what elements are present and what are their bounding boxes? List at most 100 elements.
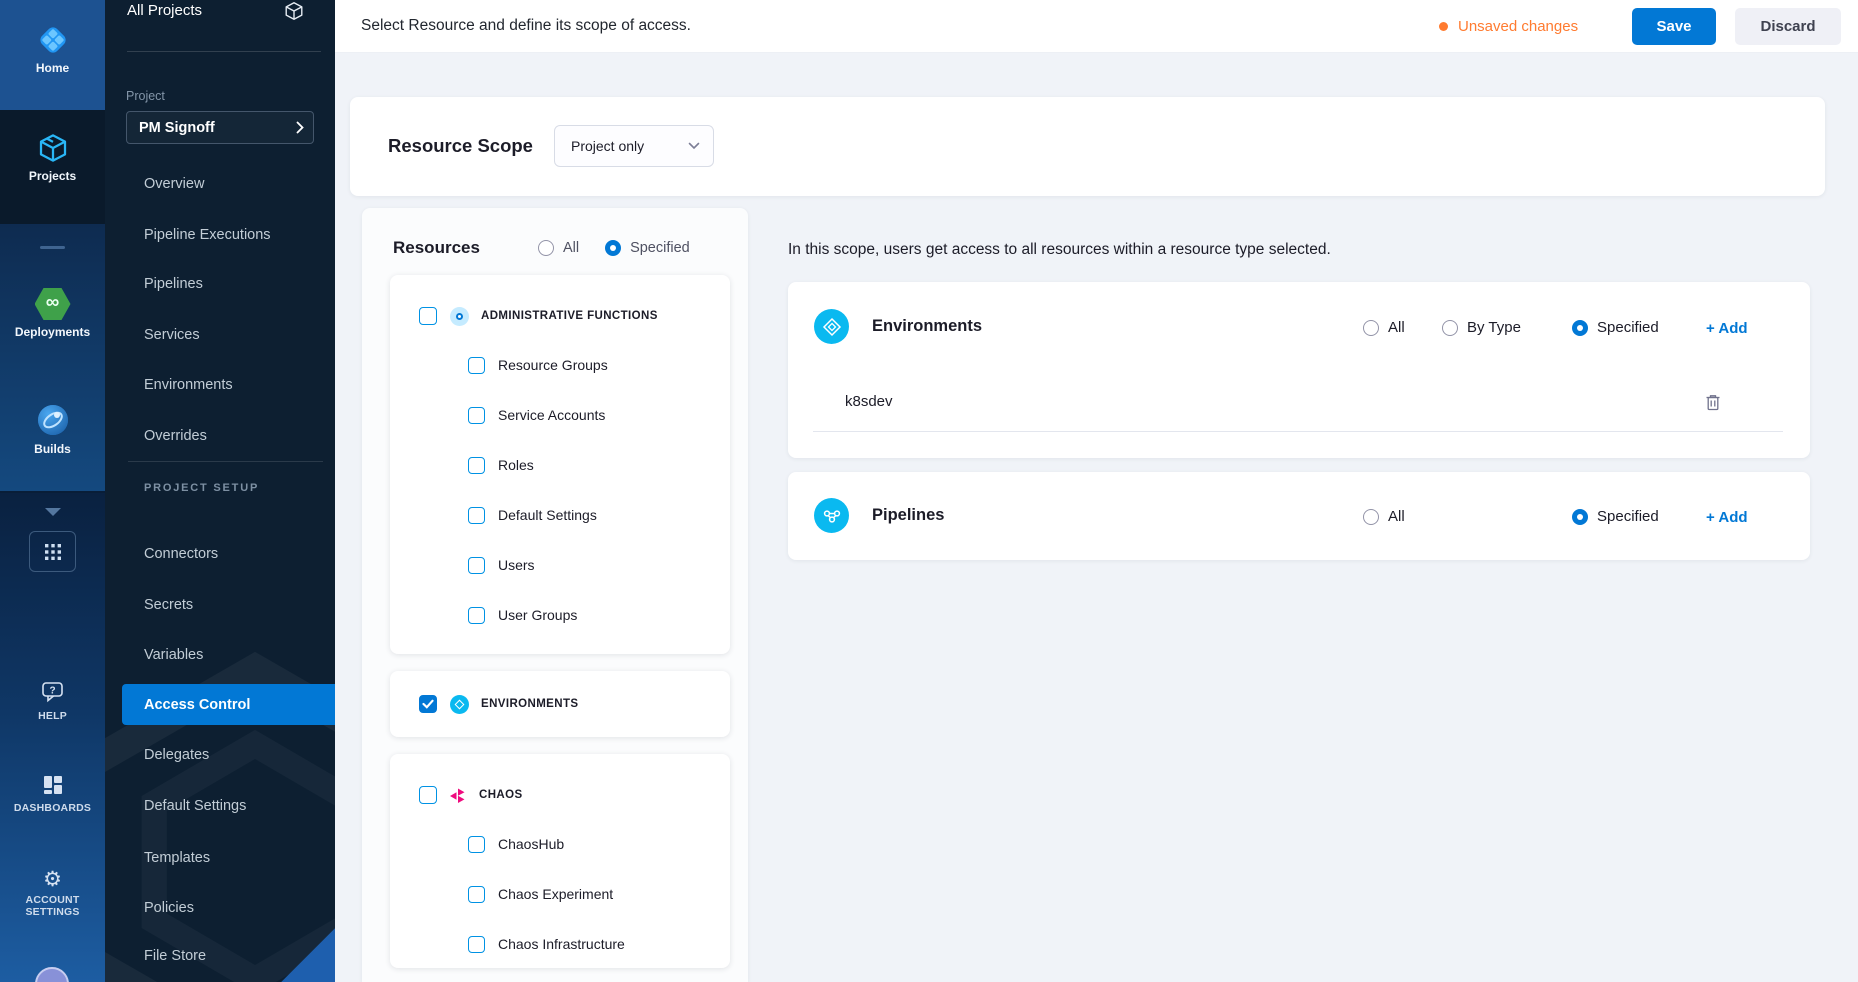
sidebar-item-services[interactable]: Services bbox=[144, 325, 200, 345]
sidebar-item-account-settings[interactable]: ⚙ ACCOUNT SETTINGS bbox=[0, 869, 105, 918]
group-environments: ENVIRONMENTS bbox=[390, 671, 730, 737]
radio-label: Specified bbox=[630, 240, 690, 256]
sidebar-item-help[interactable]: ? HELP bbox=[0, 679, 105, 722]
radio-label: All bbox=[1388, 319, 1405, 336]
sidebar-item-label: Deployments bbox=[0, 325, 105, 339]
resource-row: Users bbox=[390, 540, 730, 590]
dropdown-value: Project only bbox=[571, 138, 644, 154]
project-selector[interactable]: PM Signoff bbox=[126, 111, 314, 144]
resource-label: Default Settings bbox=[498, 507, 597, 523]
resource-label: Resource Groups bbox=[498, 357, 608, 373]
sidebar-item-deployments[interactable]: ∞ Deployments bbox=[0, 288, 105, 339]
sidebar-item-templates[interactable]: Templates bbox=[144, 848, 210, 868]
sidebar-item-label: Projects bbox=[0, 169, 105, 183]
resources-header: Resources All Specified bbox=[362, 208, 748, 258]
user-groups-checkbox[interactable] bbox=[468, 607, 485, 624]
sidebar-item-pipeline-executions[interactable]: Pipeline Executions bbox=[144, 225, 271, 245]
resource-label: Chaos Experiment bbox=[498, 886, 613, 902]
module-picker-button[interactable] bbox=[29, 531, 76, 572]
resource-scope-dropdown[interactable]: Project only bbox=[554, 125, 714, 167]
admin-functions-checkbox[interactable] bbox=[419, 307, 437, 325]
grid-icon bbox=[43, 542, 63, 562]
sidebar-item-access-control-active[interactable]: Access Control bbox=[122, 684, 335, 725]
content: Resource Scope Project only Resources Al… bbox=[335, 53, 1858, 982]
resource-row: ChaosHub bbox=[390, 819, 730, 869]
environments-add-button[interactable]: + Add bbox=[1706, 320, 1748, 337]
sidebar-item-projects[interactable]: Projects bbox=[0, 132, 105, 183]
radio-icon-selected[interactable] bbox=[1572, 509, 1588, 525]
sidebar-item-policies[interactable]: Policies bbox=[144, 898, 194, 918]
save-button[interactable]: Save bbox=[1632, 8, 1716, 45]
radio-icon-selected[interactable] bbox=[1572, 320, 1588, 336]
sidebar-item-connectors[interactable]: Connectors bbox=[144, 544, 218, 564]
project-name: PM Signoff bbox=[139, 120, 215, 136]
cube-icon[interactable] bbox=[283, 0, 305, 27]
environment-name: k8sdev bbox=[845, 393, 893, 410]
radio-icon-selected[interactable] bbox=[605, 240, 621, 256]
sidebar-divider bbox=[127, 51, 321, 52]
environments-checkbox-checked[interactable] bbox=[419, 695, 437, 713]
resources-all-radio[interactable]: All bbox=[538, 240, 579, 256]
chaos-infrastructure-checkbox[interactable] bbox=[468, 936, 485, 953]
sidebar-item-overrides[interactable]: Overrides bbox=[144, 426, 207, 446]
chevron-down-icon bbox=[688, 142, 700, 150]
resource-row: Chaos Infrastructure bbox=[390, 919, 730, 969]
pipelines-add-button[interactable]: + Add bbox=[1706, 509, 1748, 526]
radio-icon[interactable] bbox=[1363, 320, 1379, 336]
page-instruction: Select Resource and define its scope of … bbox=[361, 17, 691, 35]
users-checkbox[interactable] bbox=[468, 557, 485, 574]
check-icon bbox=[422, 699, 434, 709]
environments-all-radio[interactable]: All bbox=[1363, 319, 1405, 336]
sidebar-item-secrets[interactable]: Secrets bbox=[144, 595, 193, 615]
sidebar-divider-dash bbox=[40, 246, 65, 249]
resource-groups-checkbox[interactable] bbox=[468, 357, 485, 374]
environments-bytype-radio[interactable]: By Type bbox=[1442, 319, 1521, 336]
sidebar-item-dashboards[interactable]: DASHBOARDS bbox=[0, 773, 105, 814]
resources-panel: Resources All Specified bbox=[362, 208, 748, 982]
module-sidebar: Home Projects ∞ Deployments Builds bbox=[0, 0, 105, 982]
discard-button[interactable]: Discard bbox=[1735, 8, 1841, 45]
sidebar-item-default-settings[interactable]: Default Settings bbox=[144, 796, 246, 816]
collapse-chevron-icon[interactable] bbox=[0, 505, 105, 519]
radio-label: By Type bbox=[1467, 319, 1521, 336]
sidebar-item-home[interactable]: Home bbox=[0, 24, 105, 75]
pipelines-specified-radio[interactable]: Specified bbox=[1572, 508, 1659, 525]
sidebar-item-label: DASHBOARDS bbox=[0, 802, 105, 814]
resource-label: Service Accounts bbox=[498, 407, 605, 423]
default-settings-checkbox[interactable] bbox=[468, 507, 485, 524]
builds-icon bbox=[0, 403, 105, 437]
sidebar-divider bbox=[128, 461, 323, 462]
sidebar-item-builds[interactable]: Builds bbox=[0, 403, 105, 456]
pipelines-icon bbox=[814, 498, 849, 533]
sidebar-item-overview[interactable]: Overview bbox=[144, 174, 204, 194]
card-title: Environments bbox=[872, 317, 982, 336]
service-accounts-checkbox[interactable] bbox=[468, 407, 485, 424]
sidebar-item-pipelines[interactable]: Pipelines bbox=[144, 274, 203, 294]
roles-checkbox[interactable] bbox=[468, 457, 485, 474]
sidebar-item-file-store[interactable]: File Store bbox=[144, 946, 206, 966]
radio-icon[interactable] bbox=[1442, 320, 1458, 336]
chaos-experiment-checkbox[interactable] bbox=[468, 886, 485, 903]
chaoshub-checkbox[interactable] bbox=[468, 836, 485, 853]
sidebar-item-environments[interactable]: Environments bbox=[144, 375, 233, 395]
radio-label: Specified bbox=[1597, 319, 1659, 336]
environments-icon bbox=[814, 309, 849, 344]
resource-row: User Groups bbox=[390, 590, 730, 640]
sidebar-item-variables[interactable]: Variables bbox=[144, 645, 203, 665]
unsaved-changes-indicator: Unsaved changes bbox=[1439, 18, 1578, 35]
resources-specified-radio[interactable]: Specified bbox=[605, 240, 690, 256]
radio-icon[interactable] bbox=[538, 240, 554, 256]
sidebar-item-delegates[interactable]: Delegates bbox=[144, 745, 209, 765]
delete-environment-button[interactable] bbox=[1701, 390, 1725, 414]
environments-card: Environments All By Type Specified + Add bbox=[788, 282, 1810, 458]
pipelines-all-radio[interactable]: All bbox=[1363, 508, 1405, 525]
environments-group-icon bbox=[450, 695, 469, 714]
environments-specified-radio[interactable]: Specified bbox=[1572, 319, 1659, 336]
projects-cube-icon bbox=[0, 132, 105, 164]
topbar: Select Resource and define its scope of … bbox=[335, 0, 1858, 53]
all-projects-link[interactable]: All Projects bbox=[127, 2, 202, 19]
radio-icon[interactable] bbox=[1363, 509, 1379, 525]
chaos-checkbox[interactable] bbox=[419, 786, 437, 804]
unsaved-dot-icon bbox=[1439, 22, 1448, 31]
resource-label: Users bbox=[498, 557, 535, 573]
